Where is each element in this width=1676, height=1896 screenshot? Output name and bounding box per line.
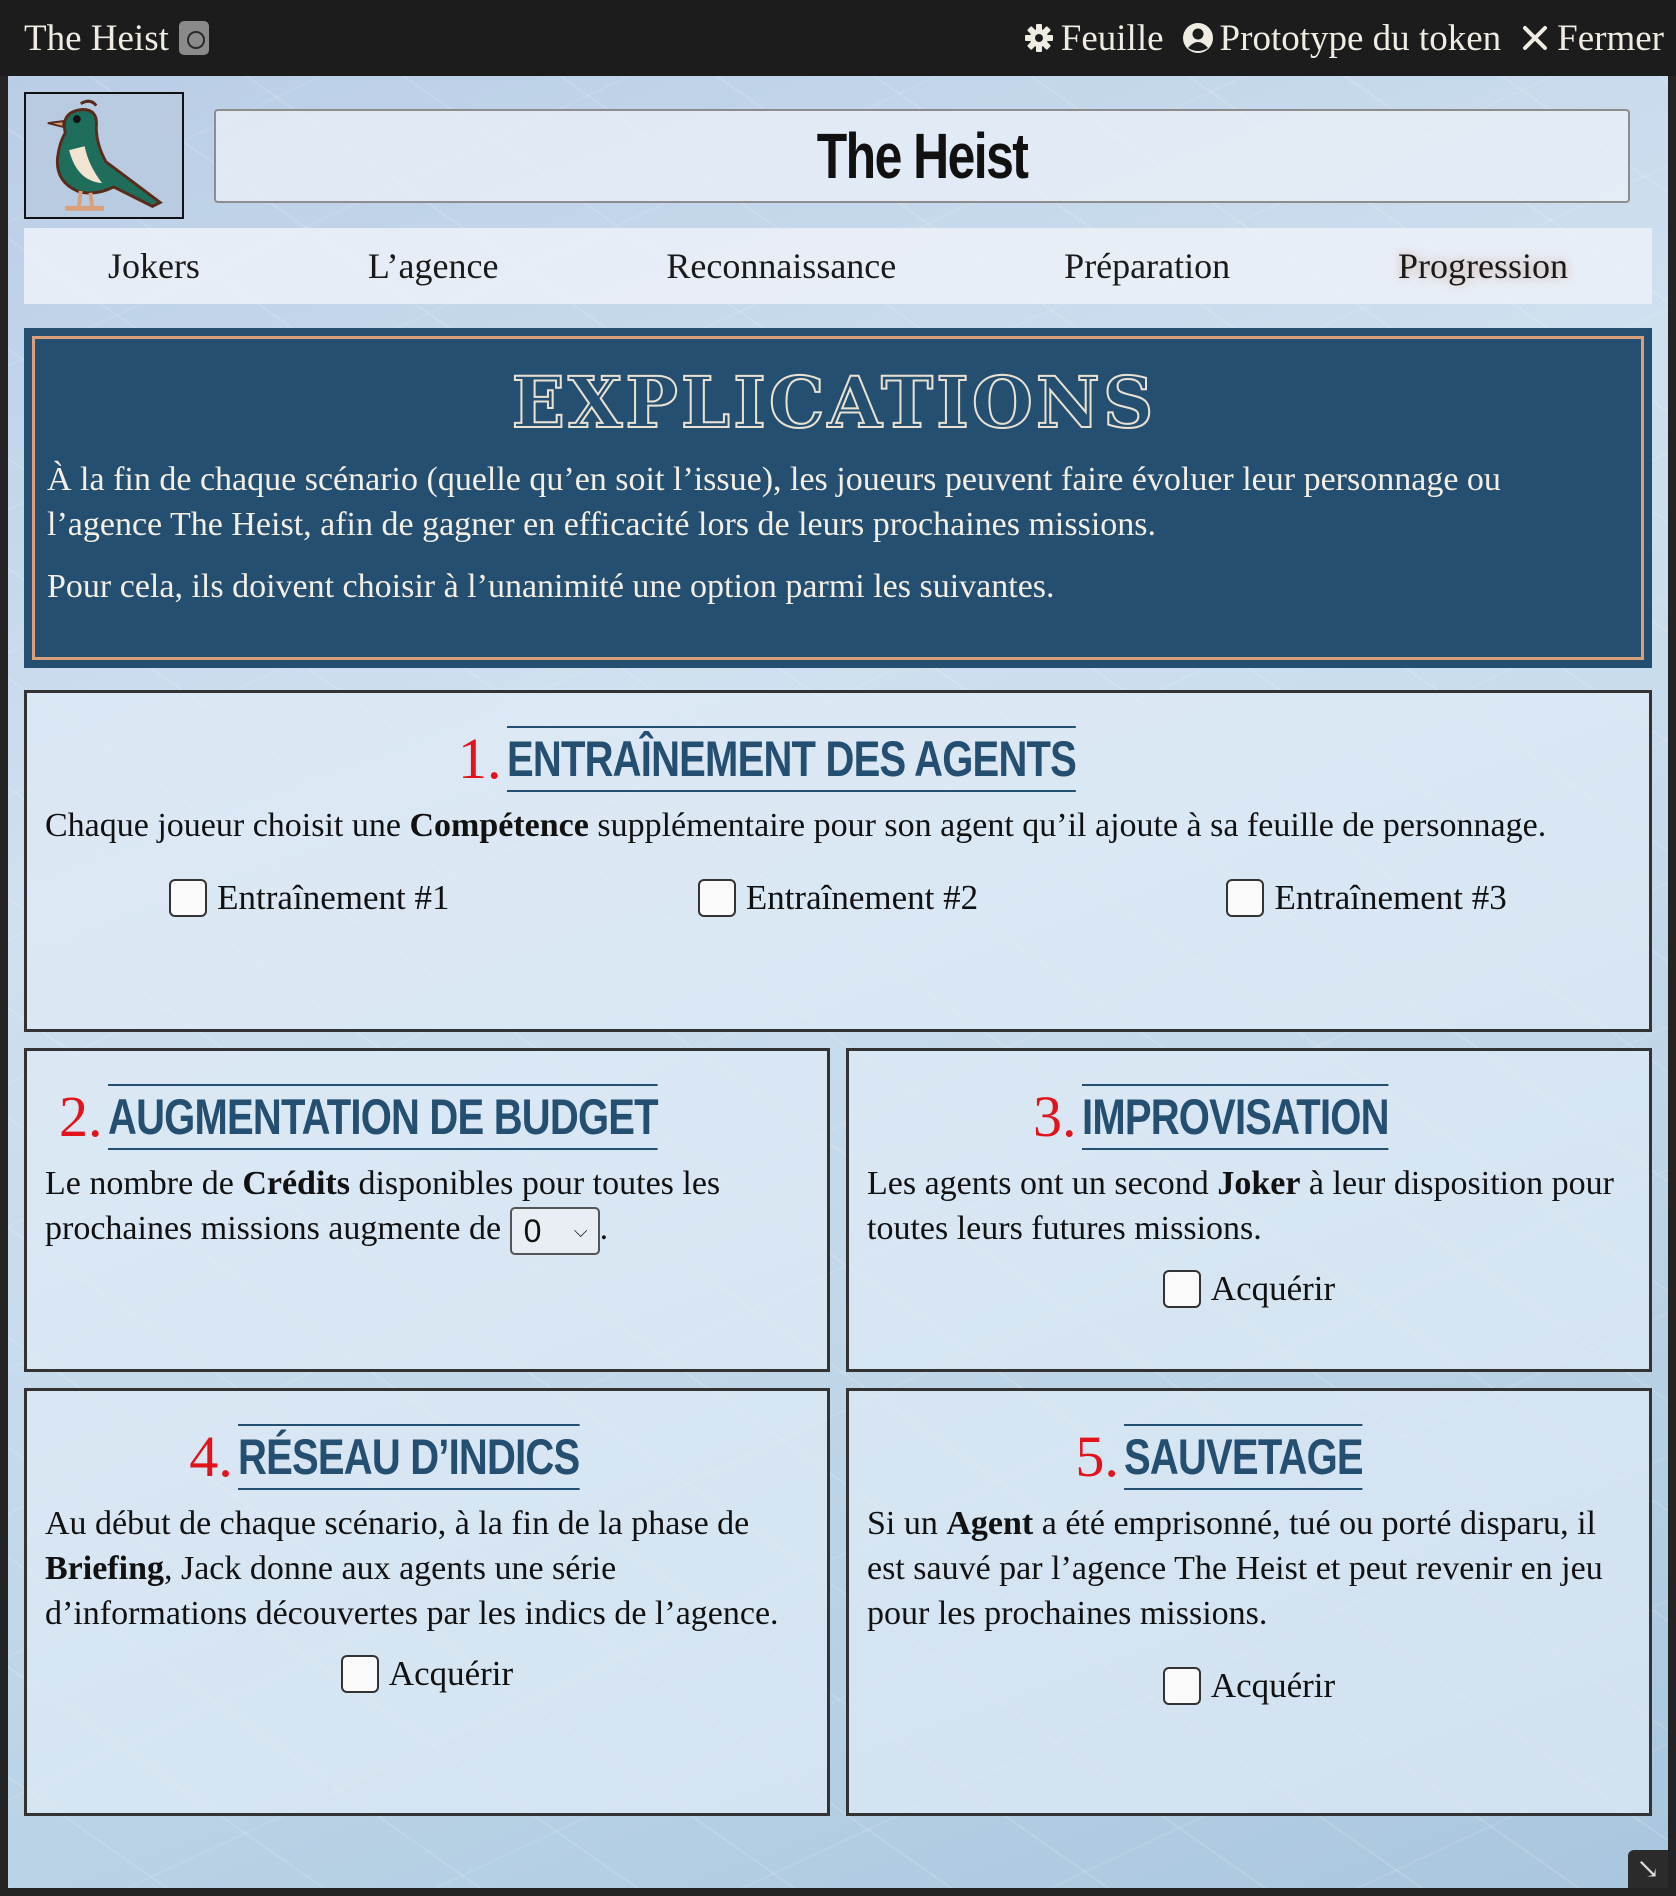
- actor-portrait[interactable]: [24, 92, 184, 219]
- tab-jokers[interactable]: Jokers: [100, 245, 208, 287]
- resize-handle-icon[interactable]: ↘: [1628, 1850, 1668, 1888]
- checkbox-label: Entraînement #2: [745, 878, 979, 917]
- magpie-logo-icon: [47, 99, 163, 211]
- sheet-tabs: Jokers L’agence Reconnaissance Préparati…: [24, 228, 1652, 304]
- text-part: Au début de chaque scénario, à la fin de…: [45, 1505, 750, 1542]
- tab-agence[interactable]: L’agence: [360, 245, 507, 287]
- option-training-text: Chaque joueur choisit une Compétence sup…: [45, 803, 1631, 848]
- option-budget-card: 2. AUGMENTATION DE BUDGET Le nombre de C…: [24, 1048, 830, 1372]
- option-network-card: 4. RÉSEAU D’INDICS Au début de chaque sc…: [24, 1388, 830, 1816]
- option-title: AUGMENTATION DE BUDGET: [107, 1083, 658, 1150]
- checkbox-box[interactable]: [1162, 1667, 1201, 1705]
- tab-preparation[interactable]: Préparation: [1056, 245, 1238, 287]
- option-improvisation-heading: 3. IMPROVISATION: [867, 1083, 1631, 1155]
- rescue-checkbox-row: Acquérir: [867, 1666, 1631, 1706]
- option-budget-heading: 2. AUGMENTATION DE BUDGET: [45, 1083, 809, 1155]
- select-value: 0: [523, 1212, 542, 1249]
- training-1-checkbox[interactable]: Entraînement #1: [169, 878, 449, 918]
- text-emphasis: Compétence: [409, 807, 589, 844]
- option-title: ENTRAÎNEMENT DES AGENTS: [506, 725, 1077, 792]
- checkbox-box[interactable]: [340, 1655, 379, 1693]
- chevron-down-icon: ⌵: [573, 1220, 588, 1241]
- window-controls: Feuille Prototype du token Fermer: [1023, 17, 1664, 60]
- text-emphasis: Agent: [946, 1505, 1034, 1542]
- option-improvisation-card: 3. IMPROVISATION Les agents ont un secon…: [846, 1048, 1652, 1372]
- explications-inner: EXPLICATIONS À la fin de chaque scénario…: [32, 336, 1644, 660]
- checkbox-box[interactable]: [169, 879, 208, 917]
- checkbox-box[interactable]: [1226, 879, 1265, 917]
- sheet-content: The Heist Jokers L’agence Reconnaissance…: [8, 76, 1668, 1888]
- gear-icon: [1024, 24, 1053, 52]
- tab-progression[interactable]: Progression: [1390, 245, 1576, 287]
- training-3-checkbox[interactable]: Entraînement #3: [1226, 878, 1507, 918]
- option-rescue-card: 5. SAUVETAGE Si un Agent a été emprisonn…: [846, 1388, 1652, 1816]
- sheet-config-label: Feuille: [1060, 17, 1164, 59]
- text-part: .: [599, 1210, 609, 1247]
- option-number: 4.: [189, 1424, 233, 1489]
- document-id-icon[interactable]: [178, 21, 209, 55]
- option-budget-text: Le nombre de Crédits disponibles pour to…: [45, 1161, 809, 1256]
- text-emphasis: Briefing: [45, 1550, 164, 1587]
- token-prototype-button[interactable]: Prototype du token: [1182, 17, 1502, 60]
- close-label: Fermer: [1557, 17, 1664, 59]
- option-number: 3.: [1032, 1084, 1077, 1149]
- rescue-acquire-checkbox[interactable]: Acquérir: [1162, 1666, 1336, 1706]
- window-titlebar[interactable]: The Heist Feuille Prototype du token Fer…: [0, 0, 1676, 76]
- training-2-checkbox[interactable]: Entraînement #2: [697, 878, 979, 918]
- improvisation-checkbox-row: Acquérir: [867, 1269, 1631, 1309]
- explications-panel: EXPLICATIONS À la fin de chaque scénario…: [24, 328, 1652, 668]
- option-improvisation-text: Les agents ont un second Joker à leur di…: [867, 1161, 1631, 1251]
- credits-increase-select[interactable]: 0 ⌵: [509, 1207, 600, 1256]
- option-number: 2.: [59, 1084, 103, 1149]
- option-rescue-heading: 5. SAUVETAGE: [867, 1423, 1631, 1495]
- text-part: Les agents ont un second: [867, 1165, 1218, 1202]
- sheet-window: The Heist Feuille Prototype du token Fer…: [0, 0, 1676, 1896]
- improvisation-acquire-checkbox[interactable]: Acquérir: [1162, 1269, 1336, 1309]
- network-checkbox-row: Acquérir: [45, 1654, 809, 1694]
- close-button[interactable]: Fermer: [1519, 17, 1664, 60]
- option-title: IMPROVISATION: [1081, 1083, 1389, 1150]
- text-emphasis: Crédits: [242, 1165, 350, 1202]
- checkbox-label: Acquérir: [1210, 1269, 1336, 1308]
- text-part: Chaque joueur choisit une: [45, 807, 410, 844]
- checkbox-label: Acquérir: [1210, 1666, 1336, 1705]
- tab-reconnaissance[interactable]: Reconnaissance: [658, 245, 904, 287]
- checkbox-label: Entraînement #1: [217, 878, 450, 917]
- option-rescue-text: Si un Agent a été emprisonné, tué ou por…: [867, 1501, 1631, 1636]
- explications-paragraph-2: Pour cela, ils doivent choisir à l’unani…: [47, 568, 1055, 605]
- option-title: SAUVETAGE: [1124, 1423, 1364, 1490]
- window-title-group: The Heist: [24, 17, 209, 60]
- checkbox-box[interactable]: [697, 879, 736, 917]
- actor-name-field[interactable]: The Heist: [214, 109, 1630, 203]
- close-icon: [1523, 26, 1548, 50]
- text-part: Le nombre de: [45, 1165, 243, 1202]
- option-training-card: 1. ENTRAÎNEMENT DES AGENTS Chaque joueur…: [24, 690, 1652, 1032]
- sheet-config-button[interactable]: Feuille: [1023, 17, 1164, 60]
- checkbox-label: Acquérir: [388, 1654, 514, 1693]
- option-title: RÉSEAU D’INDICS: [237, 1423, 580, 1490]
- explications-title: EXPLICATIONS: [511, 361, 1157, 444]
- text-part: Si un: [867, 1505, 947, 1542]
- option-network-heading: 4. RÉSEAU D’INDICS: [45, 1423, 809, 1495]
- network-acquire-checkbox[interactable]: Acquérir: [340, 1654, 514, 1694]
- checkbox-label: Entraînement #3: [1274, 878, 1507, 917]
- option-number: 5.: [1075, 1424, 1119, 1489]
- option-training-heading: 1. ENTRAÎNEMENT DES AGENTS: [45, 725, 1631, 797]
- text-part: supplémentaire pour son agent qu’il ajou…: [588, 807, 1547, 844]
- token-prototype-label: Prototype du token: [1219, 17, 1502, 59]
- option-network-text: Au début de chaque scénario, à la fin de…: [45, 1501, 809, 1636]
- training-checkbox-row: Entraînement #1 Entraînement #2 Entraîne…: [45, 878, 1631, 918]
- explications-paragraph-1: À la fin de chaque scénario (quelle qu’e…: [47, 461, 1501, 543]
- text-emphasis: Joker: [1217, 1165, 1301, 1202]
- actor-name: The Heist: [816, 120, 1029, 192]
- checkbox-box[interactable]: [1162, 1270, 1201, 1308]
- window-title: The Heist: [24, 17, 169, 59]
- option-number: 1.: [457, 726, 502, 791]
- user-circle-icon: [1182, 23, 1213, 53]
